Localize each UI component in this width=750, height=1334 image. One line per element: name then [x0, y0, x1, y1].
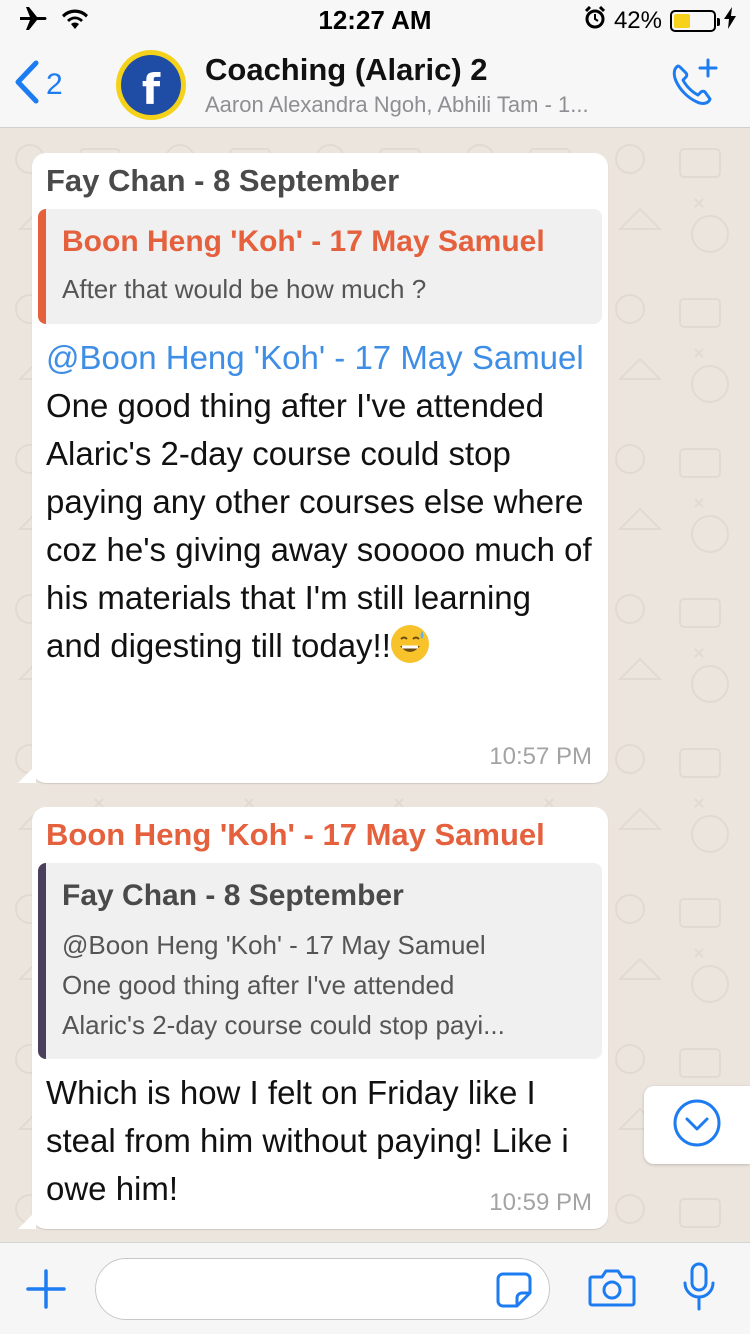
- chevron-down-icon: [672, 1098, 722, 1153]
- message-input[interactable]: [95, 1258, 550, 1320]
- quoted-message[interactable]: Fay Chan - 8 September @Boon Heng 'Koh' …: [38, 863, 602, 1059]
- message-text-input[interactable]: [114, 1271, 494, 1307]
- message-time: 10:57 PM: [489, 743, 592, 770]
- plus-icon: [26, 1269, 66, 1313]
- message-text: @Boon Heng 'Koh' - 17 May Samuel One goo…: [46, 334, 592, 670]
- quoted-sender: Fay Chan - 8 September: [62, 879, 404, 912]
- message-bubble[interactable]: Boon Heng 'Koh' - 17 May Samuel Fay Chan…: [18, 807, 608, 1229]
- grinning-sweat-emoji-icon: [390, 625, 429, 663]
- facebook-logo-icon: f: [121, 55, 181, 115]
- add-call-button[interactable]: [668, 58, 720, 115]
- message-input-bar: [0, 1242, 750, 1334]
- quoted-text-line: One good thing after I've attended: [62, 970, 455, 1000]
- mention-link[interactable]: @Boon Heng 'Koh' - 17 May Samuel: [46, 339, 584, 376]
- chat-header: 2 f Coaching (Alaric) 2 Aaron Alexandra …: [0, 40, 750, 128]
- voice-message-button[interactable]: [682, 1261, 716, 1320]
- quoted-text-line: Alaric's 2-day course could stop payi...: [62, 1010, 505, 1040]
- wifi-icon: [60, 7, 90, 36]
- chat-participants[interactable]: Aaron Alexandra Ngoh, Abhili Tam - 1...: [205, 92, 645, 118]
- avatar-letter: f: [141, 65, 161, 114]
- status-right: 42%: [584, 5, 736, 35]
- quoted-text: After that would be how much ?: [62, 274, 427, 304]
- quote-accent-bar: [38, 863, 46, 1059]
- group-avatar[interactable]: f: [116, 50, 186, 120]
- chat-title[interactable]: Coaching (Alaric) 2: [205, 52, 488, 88]
- attach-button[interactable]: [26, 1269, 66, 1314]
- message-bubble[interactable]: Fay Chan - 8 September Boon Heng 'Koh' -…: [18, 153, 608, 783]
- microphone-icon: [682, 1262, 716, 1319]
- status-left: [18, 6, 90, 37]
- quoted-sender: Boon Heng 'Koh' - 17 May Samuel: [62, 225, 545, 258]
- camera-button[interactable]: [588, 1267, 636, 1312]
- bubble-tail: [18, 765, 36, 783]
- message-sender: Fay Chan - 8 September: [46, 163, 400, 198]
- charging-icon: [724, 7, 736, 34]
- scroll-to-bottom-button[interactable]: [644, 1086, 750, 1164]
- sticker-button[interactable]: [495, 1271, 533, 1314]
- quoted-message[interactable]: Boon Heng 'Koh' - 17 May Samuel After th…: [38, 209, 602, 324]
- bubble-tail: [18, 1211, 36, 1229]
- back-button[interactable]: 2: [14, 60, 63, 109]
- quote-accent-bar: [38, 209, 46, 324]
- message-time: 10:59 PM: [489, 1189, 592, 1216]
- airplane-icon: [18, 6, 48, 37]
- add-call-icon: [668, 58, 720, 114]
- battery-icon: [670, 9, 720, 32]
- message-body: One good thing after I've attended Alari…: [46, 387, 592, 664]
- status-bar: 12:27 AM 42%: [0, 0, 750, 40]
- chevron-left-icon: [14, 60, 40, 109]
- alarm-icon: [584, 5, 606, 35]
- unread-count: 2: [46, 67, 63, 101]
- message-sender: Boon Heng 'Koh' - 17 May Samuel: [46, 817, 545, 852]
- sticker-icon: [495, 1272, 533, 1313]
- quoted-text-line: @Boon Heng 'Koh' - 17 May Samuel: [62, 930, 486, 960]
- battery-percent: 42%: [613, 6, 662, 34]
- status-time: 12:27 AM: [318, 4, 432, 35]
- battery-level: [674, 13, 690, 28]
- camera-icon: [588, 1269, 636, 1311]
- chat-area[interactable]: Fay Chan - 8 September Boon Heng 'Koh' -…: [0, 129, 750, 1241]
